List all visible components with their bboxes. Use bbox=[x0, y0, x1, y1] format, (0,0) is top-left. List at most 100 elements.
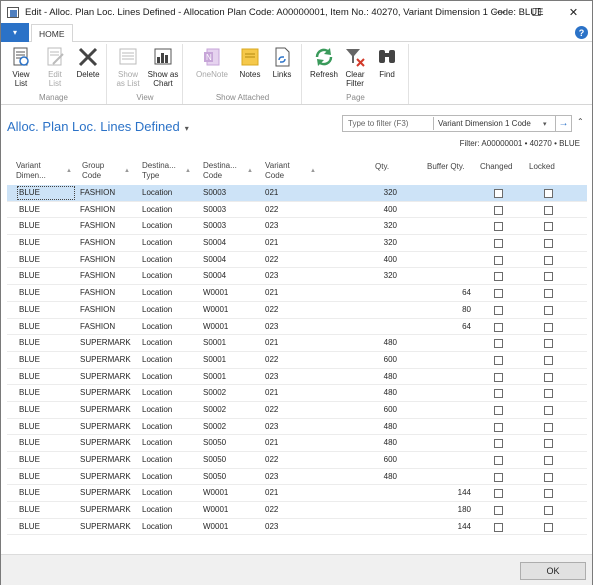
cell-destination-type[interactable]: Location bbox=[142, 455, 172, 464]
cell-group-code[interactable]: FASHION bbox=[80, 271, 115, 280]
locked-checkbox[interactable] bbox=[544, 189, 553, 198]
cell-group-code[interactable]: SUPERMARK bbox=[80, 438, 131, 447]
cell-variant-code[interactable]: 023 bbox=[265, 271, 278, 280]
locked-checkbox[interactable] bbox=[544, 472, 553, 482]
table-row[interactable]: BLUE FASHION Location W0001 023 64 bbox=[7, 319, 587, 336]
cell-buffer-qty[interactable]: 144 bbox=[421, 522, 471, 531]
cell-group-code[interactable]: FASHION bbox=[80, 205, 115, 214]
cell-variant-code[interactable]: 021 bbox=[265, 188, 278, 197]
cell-destination-code[interactable]: S0050 bbox=[203, 455, 226, 464]
show-as-chart-button[interactable]: Show as Chart bbox=[146, 46, 180, 88]
locked-checkbox[interactable] bbox=[544, 272, 553, 282]
minimize-button[interactable]: — bbox=[481, 1, 518, 23]
changed-checkbox[interactable] bbox=[494, 222, 503, 232]
cell-variant-code[interactable]: 021 bbox=[265, 388, 278, 397]
locked-checkbox[interactable] bbox=[544, 522, 553, 532]
cell-variant-code[interactable]: 022 bbox=[265, 455, 278, 464]
cell-buffer-qty[interactable]: 144 bbox=[421, 488, 471, 497]
clear-filter-button[interactable]: Clear Filter bbox=[341, 46, 369, 88]
locked-checkbox[interactable] bbox=[544, 255, 553, 265]
cell-variant-code[interactable]: 021 bbox=[265, 238, 278, 247]
cell-group-code[interactable]: SUPERMARK bbox=[80, 488, 131, 497]
application-menu-button[interactable]: ▾ bbox=[1, 23, 29, 42]
cell-variant-dimension[interactable]: BLUE bbox=[19, 488, 40, 497]
cell-destination-code[interactable]: S0004 bbox=[203, 238, 226, 247]
changed-checkbox[interactable] bbox=[494, 189, 503, 198]
cell-destination-type[interactable]: Location bbox=[142, 271, 172, 280]
column-header-destination-code[interactable]: Destina... Code bbox=[203, 161, 243, 181]
cell-destination-code[interactable]: S0001 bbox=[203, 372, 226, 381]
cell-variant-dimension[interactable]: BLUE bbox=[19, 355, 40, 364]
cell-group-code[interactable]: SUPERMARK bbox=[80, 455, 131, 464]
changed-checkbox[interactable] bbox=[494, 372, 503, 382]
table-row[interactable]: BLUE SUPERMARK Location W0001 022 180 bbox=[7, 502, 587, 519]
find-button[interactable]: Find bbox=[373, 46, 401, 79]
cell-variant-code[interactable]: 023 bbox=[265, 522, 278, 531]
cell-group-code[interactable]: SUPERMARK bbox=[80, 405, 131, 414]
cell-variant-dimension[interactable]: BLUE bbox=[19, 472, 40, 481]
locked-checkbox[interactable] bbox=[544, 489, 553, 499]
changed-checkbox[interactable] bbox=[494, 506, 503, 516]
cell-destination-type[interactable]: Location bbox=[142, 288, 172, 297]
cell-qty[interactable]: 600 bbox=[347, 355, 397, 364]
table-row[interactable]: BLUE SUPERMARK Location S0001 022 600 bbox=[7, 352, 587, 369]
cell-group-code[interactable]: FASHION bbox=[80, 188, 115, 197]
changed-checkbox[interactable] bbox=[494, 272, 503, 282]
cell-qty[interactable]: 480 bbox=[347, 472, 397, 481]
changed-checkbox[interactable] bbox=[494, 439, 503, 449]
cell-variant-dimension[interactable]: BLUE bbox=[19, 505, 40, 514]
cell-variant-code[interactable]: 023 bbox=[265, 472, 278, 481]
cell-group-code[interactable]: FASHION bbox=[80, 322, 115, 331]
cell-qty[interactable]: 320 bbox=[347, 271, 397, 280]
cell-group-code[interactable]: SUPERMARK bbox=[80, 355, 131, 364]
locked-checkbox[interactable] bbox=[544, 355, 553, 365]
cell-destination-type[interactable]: Location bbox=[142, 338, 172, 347]
cell-qty[interactable]: 600 bbox=[347, 455, 397, 464]
table-row[interactable]: BLUE SUPERMARK Location S0050 021 480 bbox=[7, 435, 587, 452]
cell-destination-type[interactable]: Location bbox=[142, 505, 172, 514]
cell-variant-dimension[interactable]: BLUE bbox=[19, 305, 40, 314]
cell-variant-dimension[interactable]: BLUE bbox=[19, 422, 40, 431]
cell-destination-code[interactable]: W0001 bbox=[203, 488, 228, 497]
table-row[interactable]: BLUE SUPERMARK Location S0050 022 600 bbox=[7, 452, 587, 469]
table-row[interactable]: BLUE FASHION Location S0004 022 400 bbox=[7, 252, 587, 269]
cell-destination-type[interactable]: Location bbox=[142, 238, 172, 247]
table-row[interactable]: BLUE FASHION Location S0003 021 320 bbox=[7, 185, 587, 202]
cell-group-code[interactable]: FASHION bbox=[80, 288, 115, 297]
cell-buffer-qty[interactable]: 80 bbox=[421, 305, 471, 314]
cell-variant-code[interactable]: 022 bbox=[265, 405, 278, 414]
cell-destination-code[interactable]: W0001 bbox=[203, 288, 228, 297]
column-header-group-code[interactable]: Group Code bbox=[82, 161, 116, 181]
locked-checkbox[interactable] bbox=[544, 222, 553, 232]
table-row[interactable]: BLUE FASHION Location S0003 023 320 bbox=[7, 218, 587, 236]
locked-checkbox[interactable] bbox=[544, 322, 553, 332]
cell-destination-type[interactable]: Location bbox=[142, 488, 172, 497]
cell-destination-code[interactable]: S0004 bbox=[203, 271, 226, 280]
cell-variant-dimension[interactable]: BLUE bbox=[19, 238, 40, 247]
changed-checkbox[interactable] bbox=[494, 422, 503, 432]
cell-variant-code[interactable]: 021 bbox=[265, 288, 278, 297]
locked-checkbox[interactable] bbox=[544, 339, 553, 349]
locked-checkbox[interactable] bbox=[544, 239, 553, 249]
page-title[interactable]: Alloc. Plan Loc. Lines Defined ▾ bbox=[7, 119, 189, 134]
cell-destination-type[interactable]: Location bbox=[142, 322, 172, 331]
cell-variant-code[interactable]: 023 bbox=[265, 372, 278, 381]
onenote-button[interactable]: N OneNote bbox=[192, 46, 232, 79]
cell-variant-code[interactable]: 022 bbox=[265, 205, 278, 214]
changed-checkbox[interactable] bbox=[494, 355, 503, 365]
cell-destination-type[interactable]: Location bbox=[142, 221, 172, 230]
changed-checkbox[interactable] bbox=[494, 405, 503, 415]
column-header-variant-code[interactable]: Variant Code bbox=[265, 161, 299, 181]
cell-qty[interactable]: 400 bbox=[347, 205, 397, 214]
cell-variant-dimension[interactable]: BLUE bbox=[19, 438, 40, 447]
cell-qty[interactable]: 480 bbox=[347, 372, 397, 381]
edit-list-button[interactable]: Edit List bbox=[41, 46, 69, 88]
help-icon[interactable]: ? bbox=[575, 26, 588, 39]
cell-qty[interactable]: 480 bbox=[347, 438, 397, 447]
cell-group-code[interactable]: SUPERMARK bbox=[80, 472, 131, 481]
cell-group-code[interactable]: SUPERMARK bbox=[80, 372, 131, 381]
table-row[interactable]: BLUE FASHION Location S0004 021 320 bbox=[7, 235, 587, 252]
cell-destination-code[interactable]: W0001 bbox=[203, 322, 228, 331]
changed-checkbox[interactable] bbox=[494, 389, 503, 399]
table-row[interactable]: BLUE SUPERMARK Location W0001 023 144 bbox=[7, 519, 587, 536]
